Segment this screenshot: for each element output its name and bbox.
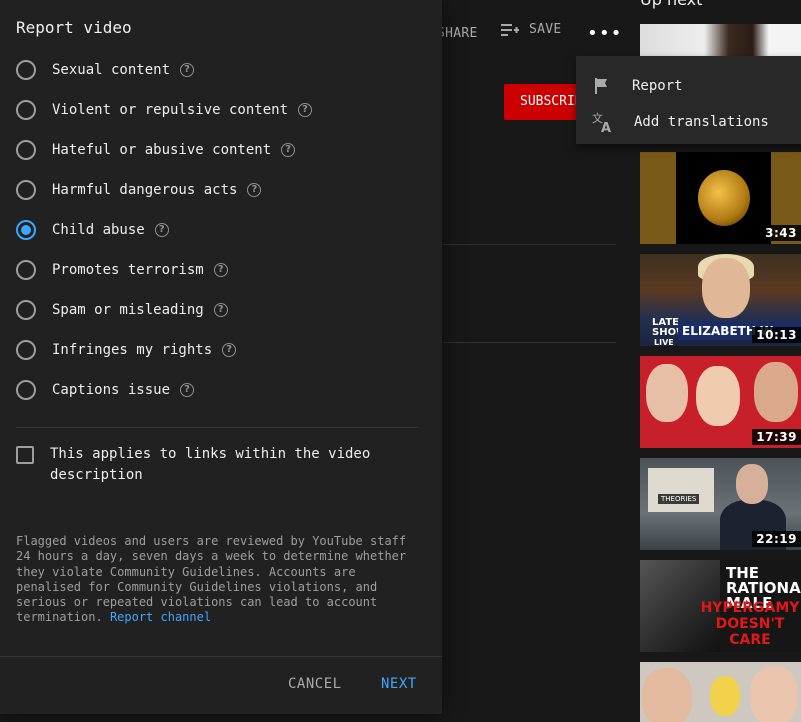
- duration-badge: 3:43: [761, 225, 801, 241]
- person-image: [696, 366, 740, 426]
- save-button[interactable]: SAVE: [501, 22, 562, 37]
- dialog-title: Report video: [16, 18, 132, 37]
- report-option-label: Promotes terrorism: [52, 262, 204, 278]
- report-option-label: Hateful or abusive content: [52, 142, 272, 158]
- radio-button[interactable]: [16, 180, 36, 200]
- radio-button[interactable]: [16, 140, 36, 160]
- help-icon[interactable]: ?: [154, 223, 169, 237]
- person-image: [754, 362, 798, 422]
- help-icon[interactable]: ?: [180, 383, 195, 397]
- video-thumbnail[interactable]: THE RATIONAL MALE HYPERGAMY DOESN'T CARE: [640, 560, 801, 652]
- video-thumbnail[interactable]: 3:43: [640, 152, 801, 244]
- person-image: [736, 464, 768, 504]
- more-actions-icon[interactable]: •••: [587, 22, 623, 46]
- thumbnail-subtitle: HYPERGAMY DOESN'T CARE: [700, 600, 800, 648]
- radio-button[interactable]: [16, 300, 36, 320]
- radio-button[interactable]: [16, 260, 36, 280]
- cancel-button[interactable]: CANCEL: [288, 676, 342, 692]
- report-option[interactable]: Promotes terrorism?: [16, 250, 312, 290]
- report-option[interactable]: Harmful dangerous acts?: [16, 170, 312, 210]
- report-option[interactable]: Infringes my rights?: [16, 330, 312, 370]
- menu-item-report[interactable]: Report: [576, 68, 801, 104]
- duration-badge: 17:39: [752, 429, 801, 445]
- radio-button[interactable]: [16, 340, 36, 360]
- flag-icon: [595, 78, 607, 94]
- album-art: [698, 170, 750, 226]
- report-option-label: Infringes my rights: [52, 342, 213, 358]
- help-icon[interactable]: ?: [222, 343, 237, 357]
- live-label: LIVE: [654, 338, 674, 346]
- report-option[interactable]: Captions issue?: [16, 370, 312, 410]
- person-image: [710, 676, 740, 716]
- svg-text:A: A: [601, 121, 611, 133]
- person-image: [750, 666, 798, 722]
- report-option[interactable]: Violent or repulsive content?: [16, 90, 313, 130]
- links-checkbox[interactable]: [16, 446, 34, 464]
- radio-button[interactable]: [16, 60, 36, 80]
- save-label: SAVE: [529, 22, 562, 37]
- divider: [430, 342, 616, 343]
- playlist-add-icon: [501, 23, 519, 36]
- report-option[interactable]: Sexual content?: [16, 50, 312, 90]
- video-thumbnail[interactable]: LATE SHOW ELIZABETH W LIVE 10:13: [640, 254, 801, 346]
- report-option-label: Captions issue: [52, 382, 171, 398]
- report-option-label: Harmful dangerous acts: [52, 182, 238, 198]
- video-thumbnail[interactable]: THEORIES 22:19: [640, 458, 801, 550]
- report-channel-link[interactable]: Report channel: [110, 610, 211, 624]
- up-next-heading: Up next: [640, 0, 702, 9]
- help-icon[interactable]: ?: [298, 103, 313, 117]
- help-icon[interactable]: ?: [213, 263, 228, 277]
- person-image: [702, 258, 750, 318]
- review-policy-text: Flagged videos and users are reviewed by…: [16, 534, 416, 626]
- report-option-label: Spam or misleading: [52, 302, 204, 318]
- radio-button[interactable]: [16, 100, 36, 120]
- report-option-label: Sexual content: [52, 62, 171, 78]
- translate-icon: 文 A: [592, 111, 611, 133]
- duration-badge: 22:19: [752, 531, 801, 547]
- report-option[interactable]: Child abuse?: [16, 210, 312, 250]
- report-reason-list: Sexual content? Violent or repulsive cont…: [16, 50, 313, 410]
- menu-item-add-translations[interactable]: 文 A Add translations: [576, 104, 801, 140]
- video-thumbnail[interactable]: 17:39: [640, 356, 801, 448]
- help-icon[interactable]: ?: [281, 143, 296, 157]
- report-video-dialog: Report video Sexual content? Violent or r…: [0, 0, 442, 714]
- divider: [430, 244, 616, 245]
- divider: [16, 427, 418, 428]
- report-option-label: Child abuse: [52, 222, 145, 238]
- share-button[interactable]: SHARE: [437, 26, 478, 41]
- person-image: [642, 668, 692, 722]
- duration-badge: 10:13: [752, 327, 801, 343]
- footer-divider: [0, 656, 442, 657]
- next-button[interactable]: NEXT: [381, 676, 417, 692]
- radio-button[interactable]: [16, 380, 36, 400]
- radio-button[interactable]: [16, 220, 36, 240]
- report-option[interactable]: Spam or misleading?: [16, 290, 312, 330]
- video-thumbnail[interactable]: [640, 662, 801, 722]
- menu-item-label: Report: [632, 78, 683, 94]
- overflow-menu: Report 文 A Add translations: [576, 56, 801, 144]
- help-icon[interactable]: ?: [247, 183, 262, 197]
- sign-text: THEORIES: [658, 494, 700, 504]
- menu-item-label: Add translations: [634, 114, 769, 130]
- sign-image: THEORIES: [648, 468, 714, 512]
- help-icon[interactable]: ?: [180, 63, 195, 77]
- report-option[interactable]: Hateful or abusive content?: [16, 130, 312, 170]
- help-icon[interactable]: ?: [213, 303, 228, 317]
- person-image: [646, 364, 688, 422]
- links-checkbox-label: This applies to links within the video d…: [50, 446, 371, 483]
- links-checkbox-row[interactable]: This applies to links within the video d…: [16, 444, 390, 486]
- report-option-label: Violent or repulsive content: [52, 102, 289, 118]
